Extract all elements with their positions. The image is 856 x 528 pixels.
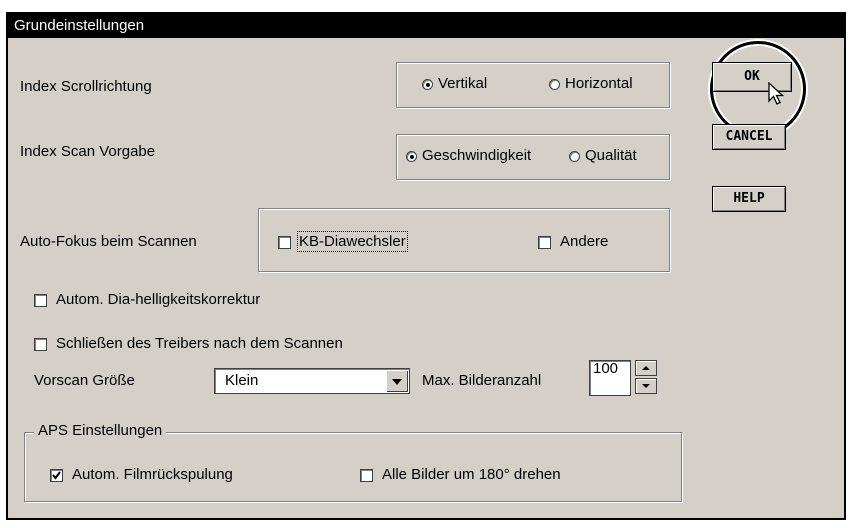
max-images-input[interactable]: 100 [589,360,631,396]
dropdown-arrow-icon[interactable] [386,370,408,392]
auto-rewind-label[interactable]: Autom. Filmrückspulung [72,466,233,483]
scan-speed-radio[interactable] [406,151,417,162]
mouse-pointer-icon [768,82,785,105]
scroll-direction-label: Index Scrollrichtung [20,78,152,95]
spin-down-icon[interactable] [635,378,657,394]
scan-default-label: Index Scan Vorgabe [20,143,156,160]
kb-slide-changer-label[interactable]: KB-Diawechsler [297,231,408,252]
autofocus-label: Auto-Fokus beim Scannen [20,233,197,250]
spin-up-icon[interactable] [635,360,657,376]
window-title: Grundeinstellungen [8,14,844,38]
close-driver-checkbox[interactable] [34,338,47,351]
brightness-correction-checkbox[interactable] [34,294,47,307]
close-driver-label[interactable]: Schließen des Treibers nach dem Scannen [56,335,343,352]
scroll-horizontal-radio[interactable] [549,79,560,90]
scan-quality-label[interactable]: Qualität [585,147,637,164]
rotate-180-label[interactable]: Alle Bilder um 180° drehen [382,466,561,483]
aps-settings-title: APS Einstellungen [34,422,167,439]
other-checkbox[interactable] [538,236,551,249]
other-label[interactable]: Andere [560,233,608,250]
cancel-button[interactable]: CANCEL [712,124,786,150]
prescan-size-value: Klein [225,372,259,389]
help-button[interactable]: HELP [712,186,786,212]
scroll-vertical-label[interactable]: Vertikal [438,75,487,92]
scroll-horizontal-label[interactable]: Horizontal [565,75,633,92]
max-images-label: Max. Bilderanzahl [422,372,542,389]
brightness-correction-label[interactable]: Autom. Dia-helligkeitskorrektur [56,291,260,308]
auto-rewind-checkbox[interactable] [50,469,63,482]
kb-slide-changer-checkbox[interactable] [278,236,291,249]
scan-quality-radio[interactable] [569,151,580,162]
scroll-vertical-radio[interactable] [422,79,433,90]
prescan-size-select[interactable]: Klein [214,368,410,394]
check-mark-icon [52,471,61,480]
rotate-180-checkbox[interactable] [360,469,373,482]
settings-dialog: Grundeinstellungen Index Scrollrichtung … [6,12,846,520]
prescan-size-label: Vorscan Größe [34,372,135,389]
scan-speed-label[interactable]: Geschwindigkeit [422,147,531,164]
